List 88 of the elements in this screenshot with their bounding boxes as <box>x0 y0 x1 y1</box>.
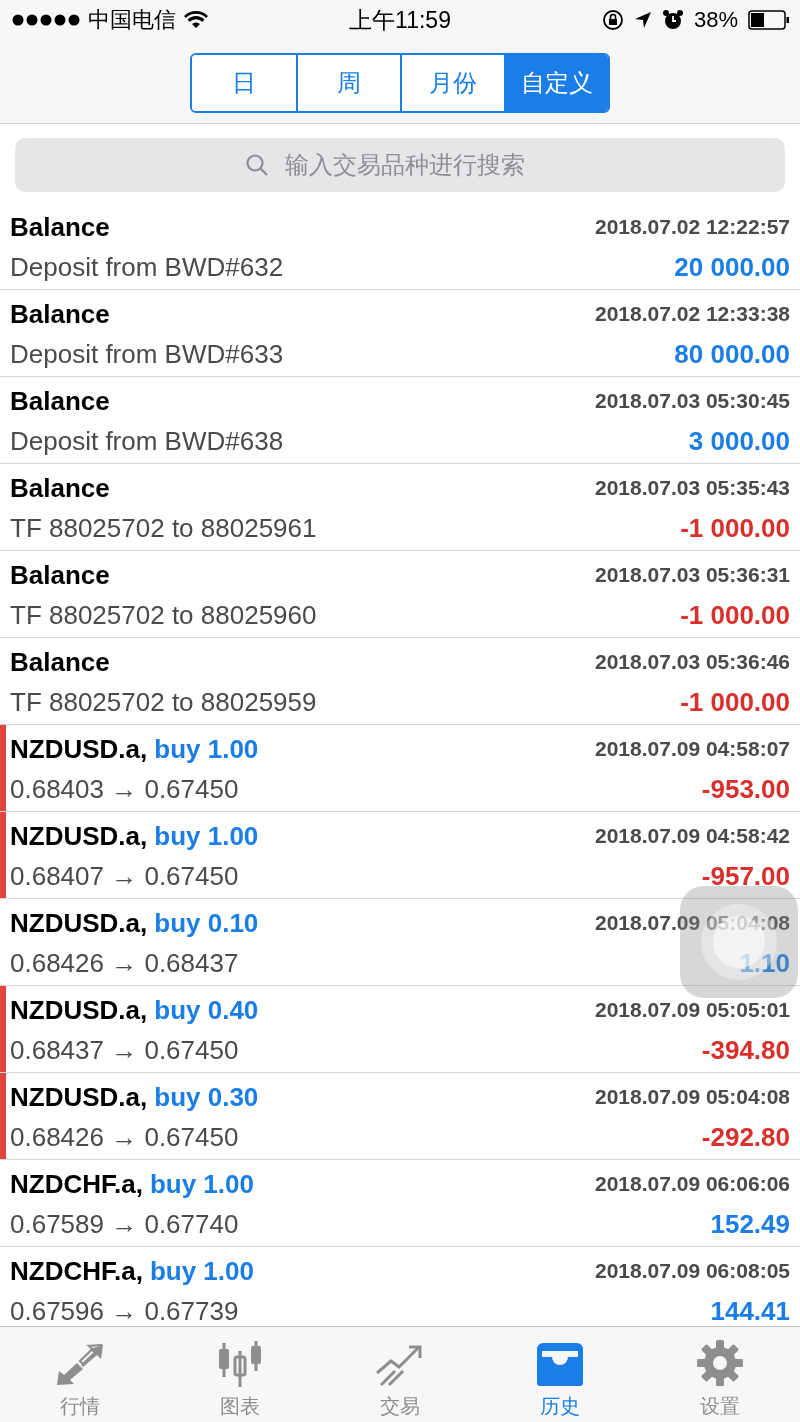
entry-title: Balance <box>10 646 110 678</box>
history-row[interactable]: NZDUSD.a, buy 0.40 2018.07.09 05:05:01 0.68437 → 0.67450 -394.80 <box>0 986 800 1073</box>
entry-amount: -1 000.00 <box>680 512 790 544</box>
entry-time: 2018.07.09 05:04:08 <box>595 1085 790 1109</box>
entry-amount: -1 000.00 <box>680 686 790 718</box>
nav-tab[interactable]: 历史 <box>480 1327 640 1422</box>
entry-detail: 0.68407 → 0.67450 <box>10 860 239 892</box>
symbol-name: NZDCHF.a, <box>10 1255 143 1287</box>
period-tab[interactable]: 日 <box>192 55 296 111</box>
history-row[interactable]: NZDUSD.a, buy 1.00 2018.07.09 04:58:07 0.68403 → 0.67450 -953.00 <box>0 725 800 812</box>
entry-detail: TF 88025702 to 88025961 <box>10 512 317 544</box>
history-row[interactable]: Balance 2018.07.03 05:30:45 Deposit from BWD#638 3 000.00 <box>0 377 800 464</box>
entry-detail: 0.68437 → 0.67450 <box>10 1034 239 1066</box>
period-tab[interactable]: 月份 <box>400 55 504 111</box>
entry-title: Balance <box>10 385 110 417</box>
entry-title: Balance <box>10 298 110 330</box>
entry-detail: TF 88025702 to 88025960 <box>10 599 317 631</box>
order-info: buy 0.10 <box>154 907 259 939</box>
entry-time: 2018.07.09 06:08:05 <box>595 1259 790 1283</box>
clock-time: 上午11:59 <box>349 5 451 35</box>
trend-arrow-icon <box>375 1343 425 1387</box>
order-info: buy 0.40 <box>154 994 259 1026</box>
period-tab[interactable]: 周 <box>296 55 400 111</box>
order-info: buy 1.00 <box>149 1255 254 1287</box>
entry-time: 2018.07.09 05:05:01 <box>595 998 790 1022</box>
entry-detail: Deposit from BWD#633 <box>10 338 284 370</box>
entry-detail: 0.68426 → 0.67450 <box>10 1121 239 1153</box>
order-info: buy 1.00 <box>149 1168 254 1200</box>
order-info: buy 1.00 <box>154 820 259 852</box>
entry-detail: TF 88025702 to 88025959 <box>10 686 317 718</box>
entry-time: 2018.07.03 05:35:43 <box>595 476 790 500</box>
entry-time: 2018.07.03 05:36:31 <box>595 563 790 587</box>
settings-icon <box>696 1339 744 1387</box>
entry-amount: 144.41 <box>710 1295 790 1326</box>
entry-detail: Deposit from BWD#638 <box>10 425 284 457</box>
search-field[interactable]: 输入交易品种进行搜索 <box>15 138 785 192</box>
entry-amount: 3 000.00 <box>688 425 790 457</box>
entry-detail: Deposit from BWD#632 <box>10 251 284 283</box>
entry-time: 2018.07.02 12:22:57 <box>595 215 790 239</box>
entry-amount: -394.80 <box>701 1034 790 1066</box>
entry-time: 2018.07.09 06:06:06 <box>595 1172 790 1196</box>
symbol-name: NZDUSD.a, <box>10 820 148 852</box>
rotation-lock-icon <box>601 9 624 31</box>
wifi-icon <box>184 11 208 29</box>
entry-amount: -1 000.00 <box>680 599 790 631</box>
symbol-name: NZDUSD.a, <box>10 733 148 765</box>
entry-time: 2018.07.02 12:33:38 <box>595 302 790 326</box>
symbol-name: NZDCHF.a, <box>10 1168 143 1200</box>
battery-percent: 38% <box>693 7 738 33</box>
period-tab[interactable]: 自定义 <box>504 55 608 111</box>
location-arrow-icon <box>633 11 652 29</box>
entry-detail: 0.68426 → 0.68437 <box>10 947 239 979</box>
entry-amount: 1.10 <box>739 947 790 979</box>
entry-time: 2018.07.03 05:30:45 <box>595 389 790 413</box>
symbol-name: NZDUSD.a, <box>10 994 148 1026</box>
order-info: buy 0.30 <box>154 1081 259 1113</box>
entry-amount: 152.49 <box>710 1208 790 1240</box>
entry-time: 2018.07.09 04:58:42 <box>595 824 790 848</box>
carrier-name: 中国电信 <box>88 6 176 34</box>
entry-title: Balance <box>10 472 110 504</box>
order-info: buy 1.00 <box>154 733 259 765</box>
inbox-tray-icon <box>535 1341 585 1387</box>
entry-detail: 0.67596 → 0.67739 <box>10 1295 239 1326</box>
entry-amount: -292.80 <box>701 1121 790 1153</box>
symbol-name: NZDUSD.a, <box>10 1081 148 1113</box>
history-row[interactable]: Balance 2018.07.03 05:36:31 TF 88025702 to 88025960 -1 000.00 <box>0 551 800 638</box>
symbol-name: NZDUSD.a, <box>10 907 148 939</box>
entry-detail: 0.68403 → 0.67450 <box>10 773 239 805</box>
entry-time: 2018.07.09 04:58:07 <box>595 737 790 761</box>
entry-title: Balance <box>10 559 110 591</box>
double-arrow-icon <box>55 1343 105 1387</box>
entry-title: Balance <box>10 211 110 243</box>
alarm-icon <box>661 9 684 31</box>
entry-detail: 0.67589 → 0.67740 <box>10 1208 239 1240</box>
battery-icon <box>748 10 790 30</box>
history-row[interactable]: NZDUSD.a, buy 0.30 2018.07.09 05:04:08 0.68426 → 0.67450 -292.80 <box>0 1073 800 1160</box>
entry-amount: 80 000.00 <box>674 338 790 370</box>
signal-icon <box>12 14 80 26</box>
entry-amount: -957.00 <box>701 860 790 892</box>
entry-amount: -953.00 <box>701 773 790 805</box>
history-row[interactable]: Balance 2018.07.03 05:35:43 TF 88025702 to 88025961 -1 000.00 <box>0 464 800 551</box>
history-row[interactable]: NZDUSD.a, buy 1.00 2018.07.09 04:58:42 0.68407 → 0.67450 -957.00 <box>0 812 800 899</box>
history-row[interactable]: Balance 2018.07.03 05:36:46 TF 88025702 to 88025959 -1 000.00 <box>0 638 800 725</box>
entry-amount: 20 000.00 <box>674 251 790 283</box>
search-icon <box>245 153 269 177</box>
history-row[interactable]: Balance 2018.07.02 12:33:38 Deposit from BWD#633 80 000.00 <box>0 290 800 377</box>
entry-time: 2018.07.03 05:36:46 <box>595 650 790 674</box>
history-row[interactable]: Balance 2018.07.02 12:22:57 Deposit from BWD#632 20 000.00 <box>0 203 800 290</box>
